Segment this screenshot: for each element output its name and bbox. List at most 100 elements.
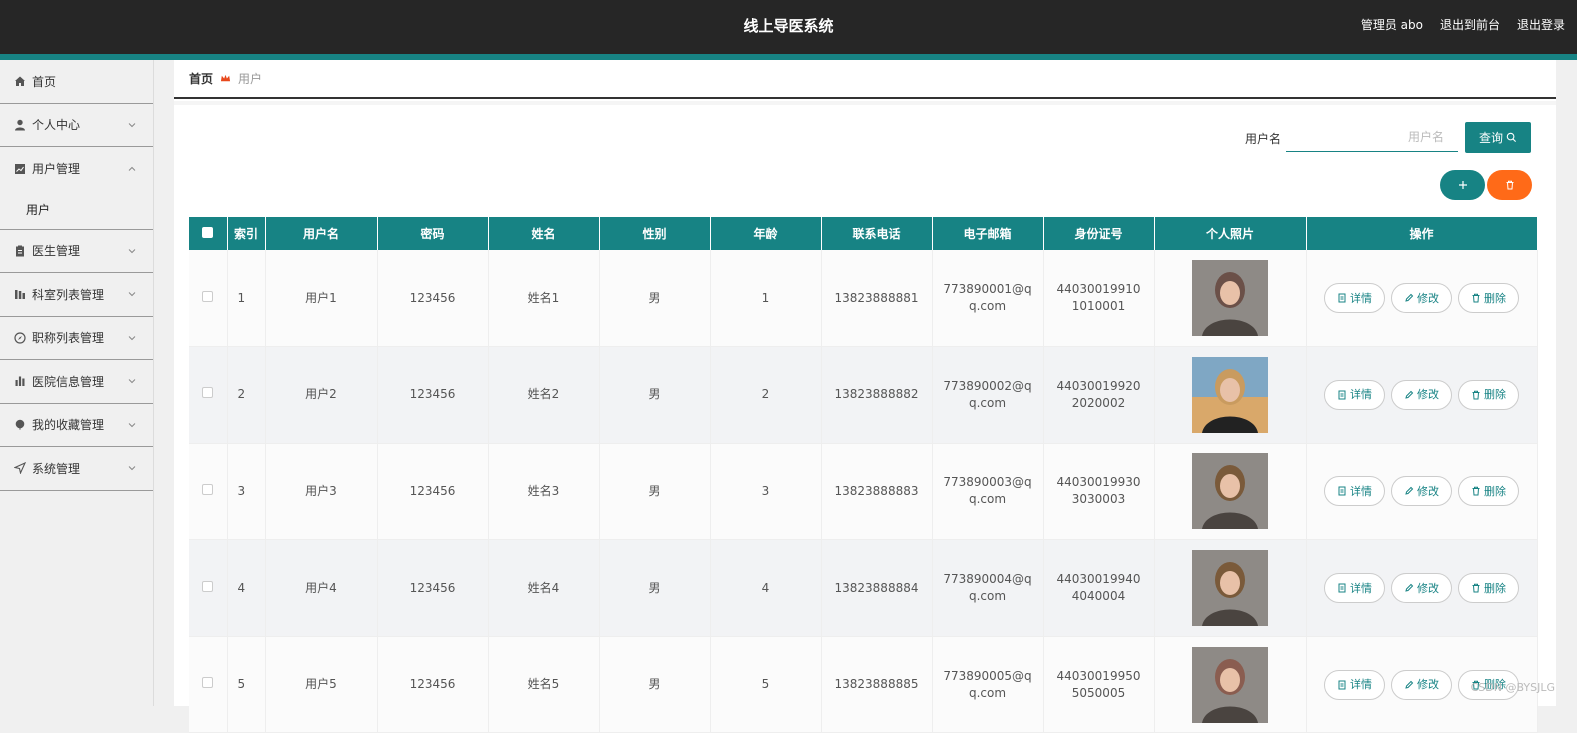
cell-actions: 详情 修改删除 <box>1306 443 1537 540</box>
detail-button[interactable]: 详情 <box>1324 283 1385 313</box>
sidebar-item-title-management[interactable]: 职称列表管理 <box>0 317 153 361</box>
detail-button[interactable]: 详情 <box>1324 670 1385 700</box>
column-header: 姓名 <box>488 217 599 250</box>
cell-name: 姓名1 <box>488 250 599 347</box>
breadcrumb-current: 用户 <box>238 70 262 87</box>
sidebar-item-system-management[interactable]: 系统管理 <box>0 447 153 491</box>
sidebar-subitem-user[interactable]: 用户 <box>0 191 153 230</box>
avatar[interactable] <box>1192 647 1268 723</box>
row-checkbox[interactable] <box>202 291 213 302</box>
delete-button-label: 删除 <box>1484 580 1506 597</box>
column-header: 密码 <box>377 217 488 250</box>
balloon-icon <box>14 419 26 431</box>
edit-button-label: 修改 <box>1417 386 1439 403</box>
crown-icon <box>220 73 231 84</box>
sidebar-item-personal-center[interactable]: 个人中心 <box>0 104 153 148</box>
back-to-frontend-link[interactable]: 退出到前台 <box>1440 16 1500 33</box>
sidebar-item-label: 系统管理 <box>32 460 80 477</box>
avatar[interactable] <box>1192 260 1268 336</box>
doc-icon <box>1337 486 1347 496</box>
edit-button-label: 修改 <box>1417 580 1439 597</box>
row-checkbox[interactable] <box>202 387 213 398</box>
cell-name: 姓名2 <box>488 347 599 444</box>
cell-actions: 详情 修改 删除 <box>1306 250 1537 347</box>
edit-button[interactable]: 修改 <box>1391 380 1452 410</box>
search-input[interactable] <box>1294 130 1466 144</box>
detail-button[interactable]: 详情 <box>1324 380 1385 410</box>
edit-button[interactable]: 修改 <box>1391 670 1452 700</box>
home-icon <box>14 75 26 87</box>
cell-username: 用户5 <box>265 636 377 733</box>
main-content: 首页 用户 用户名 查询 索引 用户名 密码 姓名 <box>174 60 1556 706</box>
table-body: 1用户1123456姓名1男113823888881773890001@qq.c… <box>189 250 1537 733</box>
search-label: 用户名 <box>1245 130 1281 147</box>
edit-button[interactable]: 修改 <box>1391 476 1452 506</box>
row-actions: 详情 修改 删除 <box>1317 283 1527 313</box>
sidebar-item-user-management[interactable]: 用户管理 <box>0 147 153 191</box>
column-header: 用户名 <box>265 217 377 250</box>
breadcrumb-home[interactable]: 首页 <box>189 70 213 87</box>
batch-delete-button[interactable] <box>1487 170 1532 200</box>
cell-photo <box>1154 250 1306 347</box>
trash-icon <box>1471 390 1481 400</box>
column-header: 身份证号 <box>1043 217 1154 250</box>
cell-email: 773890002@qq.com <box>932 347 1043 444</box>
row-actions: 详情 修改 删除 <box>1317 380 1527 410</box>
watermark: CSDN @BYSJLG <box>1471 681 1555 694</box>
cell-username: 用户3 <box>265 443 377 540</box>
sidebar-item-hospital-info-management[interactable]: 医院信息管理 <box>0 360 153 404</box>
chart-icon <box>14 163 26 175</box>
table-row: 2用户2123456姓名2男213823888882773890002@qq.c… <box>189 347 1537 444</box>
delete-button[interactable]: 删除 <box>1458 573 1519 603</box>
row-checkbox[interactable] <box>202 581 213 592</box>
logout-link[interactable]: 退出登录 <box>1517 16 1565 33</box>
select-all-cell <box>189 217 227 250</box>
trash-icon <box>1471 583 1481 593</box>
delete-button[interactable]: 删除 <box>1458 380 1519 410</box>
sidebar-item-department-management[interactable]: 科室列表管理 <box>0 273 153 317</box>
cell-phone: 13823888884 <box>821 540 932 637</box>
cell-name: 姓名4 <box>488 540 599 637</box>
user-table: 索引 用户名 密码 姓名 性别 年龄 联系电话 电子邮箱 身份证号 个人照片 操… <box>189 217 1537 733</box>
pencil-icon <box>1404 486 1414 496</box>
avatar[interactable] <box>1192 357 1268 433</box>
avatar[interactable] <box>1192 453 1268 529</box>
detail-button-label: 详情 <box>1350 580 1372 597</box>
cell-email: 773890004@qq.com <box>932 540 1043 637</box>
admin-user-link[interactable]: 管理员 abo <box>1361 16 1423 33</box>
delete-button[interactable]: 删除 <box>1458 283 1519 313</box>
cell-phone: 13823888882 <box>821 347 932 444</box>
chevron-down-icon <box>127 376 137 386</box>
detail-button[interactable]: 详情 <box>1324 476 1385 506</box>
row-checkbox[interactable] <box>202 484 213 495</box>
edit-button-label: 修改 <box>1417 290 1439 307</box>
cell-gender: 男 <box>599 443 710 540</box>
cell-password: 123456 <box>377 250 488 347</box>
row-checkbox[interactable] <box>202 677 213 688</box>
edit-button[interactable]: 修改 <box>1391 573 1452 603</box>
sidebar-item-favorites-management[interactable]: 我的收藏管理 <box>0 404 153 448</box>
avatar[interactable] <box>1192 550 1268 626</box>
select-all-checkbox[interactable] <box>202 227 213 238</box>
search-field[interactable] <box>1286 123 1458 152</box>
trash-icon <box>1471 486 1481 496</box>
sidebar-item-home[interactable]: 首页 <box>0 60 153 104</box>
cell-idx: 1 <box>227 250 265 347</box>
query-button[interactable]: 查询 <box>1465 122 1531 153</box>
edit-button[interactable]: 修改 <box>1391 283 1452 313</box>
sidebar-item-doctor-management[interactable]: 医生管理 <box>0 230 153 274</box>
detail-button-label: 详情 <box>1350 483 1372 500</box>
cell-password: 123456 <box>377 347 488 444</box>
cell-gender: 男 <box>599 540 710 637</box>
cell-name: 姓名5 <box>488 636 599 733</box>
cell-age: 5 <box>710 636 821 733</box>
cell-email: 773890001@qq.com <box>932 250 1043 347</box>
delete-button[interactable]: 删除 <box>1458 476 1519 506</box>
sidebar-item-label: 职称列表管理 <box>32 329 104 346</box>
row-actions: 详情 修改删除 <box>1317 476 1527 506</box>
divider <box>174 101 1556 105</box>
send-icon <box>14 462 26 474</box>
bars-icon <box>14 288 26 300</box>
detail-button[interactable]: 详情 <box>1324 573 1385 603</box>
add-button[interactable] <box>1440 170 1485 200</box>
